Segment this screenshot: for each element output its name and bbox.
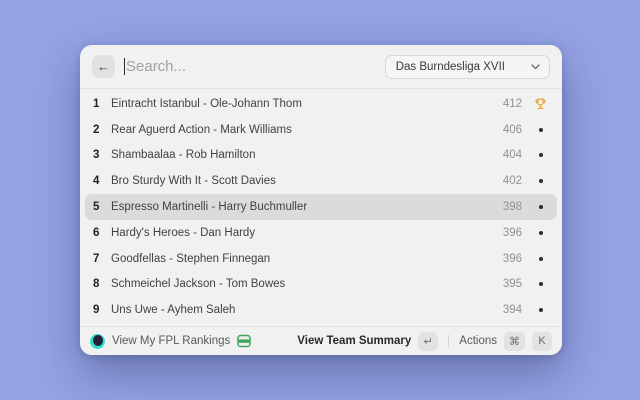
text-cursor [124, 58, 125, 75]
points-value: 395 [503, 278, 522, 290]
points-value: 394 [503, 304, 522, 316]
table-row[interactable]: 6 Hardy's Heroes - Dan Hardy 396 [85, 220, 557, 246]
team-name: Schmeichel Jackson - Tom Bowes [111, 278, 495, 290]
team-name: Eintracht Istanbul - Ole-Johann Thom [111, 98, 495, 110]
rank-number: 1 [93, 98, 106, 110]
dot-icon [539, 205, 543, 209]
points-value: 406 [503, 124, 522, 136]
search-field-wrap [124, 58, 376, 75]
team-name: Espresso Martinelli - Harry Buchmuller [111, 201, 495, 213]
dot-icon [539, 153, 543, 157]
row-indicator [533, 179, 548, 183]
points-value: 396 [503, 227, 522, 239]
rank-number: 8 [93, 278, 106, 290]
row-indicator [533, 231, 548, 235]
footer-divider [448, 335, 449, 347]
team-name: Goodfellas - Stephen Finnegan [111, 253, 495, 265]
table-row[interactable]: 4 Bro Sturdy With It - Scott Davies 402 [85, 168, 557, 194]
rank-number: 6 [93, 227, 106, 239]
rankings-list: 1 Eintracht Istanbul - Ole-Johann Thom 4… [80, 89, 562, 326]
cmd-key-badge[interactable]: ⌘ [504, 332, 525, 351]
points-value: 396 [503, 253, 522, 265]
table-row[interactable]: 9 Uns Uwe - Ayhem Saleh 394 [85, 297, 557, 323]
league-dropdown-value: Das Burndesliga XVII [396, 61, 505, 73]
table-row[interactable]: 8 Schmeichel Jackson - Tom Bowes 395 [85, 272, 557, 298]
rank-number: 2 [93, 124, 106, 136]
fpl-ball-icon [90, 334, 105, 349]
dot-icon [539, 231, 543, 235]
rank-number: 4 [93, 175, 106, 187]
footer-bar: View My FPL Rankings View Team Summary ↵… [80, 326, 562, 355]
points-value: 404 [503, 149, 522, 161]
row-indicator [533, 97, 548, 110]
chevron-down-icon [531, 64, 540, 70]
table-row[interactable]: 1 Eintracht Istanbul - Ole-Johann Thom 4… [85, 91, 557, 117]
row-indicator [533, 308, 548, 312]
table-row[interactable]: 5 Espresso Martinelli - Harry Buchmuller… [85, 194, 557, 220]
dot-icon [539, 308, 543, 312]
back-arrow-icon: ← [97, 59, 110, 74]
row-indicator [533, 128, 548, 132]
command-palette-window: ← Das Burndesliga XVII 1 Eintracht Istan… [80, 45, 562, 355]
dot-icon [539, 179, 543, 183]
search-header: ← Das Burndesliga XVII [80, 45, 562, 88]
points-value: 412 [503, 98, 522, 110]
trophy-icon [534, 97, 547, 110]
actions-label[interactable]: Actions [459, 335, 497, 347]
back-button[interactable]: ← [92, 55, 115, 78]
team-name: Uns Uwe - Ayhem Saleh [111, 304, 495, 316]
league-dropdown[interactable]: Das Burndesliga XVII [385, 55, 550, 79]
row-indicator [533, 282, 548, 286]
search-input[interactable] [126, 58, 376, 75]
row-indicator [533, 153, 548, 157]
table-row[interactable]: 7 Goodfellas - Stephen Finnegan 396 [85, 246, 557, 272]
primary-action-label[interactable]: View Team Summary [297, 335, 411, 347]
rank-number: 5 [93, 201, 106, 213]
dot-icon [539, 257, 543, 261]
rank-number: 3 [93, 149, 106, 161]
team-name: Bro Sturdy With It - Scott Davies [111, 175, 495, 187]
dot-icon [539, 128, 543, 132]
rank-number: 9 [93, 304, 106, 316]
points-value: 402 [503, 175, 522, 187]
k-key-badge[interactable]: K [532, 332, 552, 351]
team-name: Shambaalaa - Rob Hamilton [111, 149, 495, 161]
enter-key-badge[interactable]: ↵ [418, 332, 438, 351]
row-indicator [533, 205, 548, 209]
team-name: Hardy's Heroes - Dan Hardy [111, 227, 495, 239]
row-indicator [533, 257, 548, 261]
table-row[interactable]: 2 Rear Aguerd Action - Mark Williams 406 [85, 117, 557, 143]
team-name: Rear Aguerd Action - Mark Williams [111, 124, 495, 136]
points-value: 398 [503, 201, 522, 213]
rank-number: 7 [93, 253, 106, 265]
table-row[interactable]: 3 Shambaalaa - Rob Hamilton 404 [85, 143, 557, 169]
dot-icon [539, 282, 543, 286]
green-card-icon [237, 334, 251, 348]
footer-command-label: View My FPL Rankings [112, 335, 230, 347]
